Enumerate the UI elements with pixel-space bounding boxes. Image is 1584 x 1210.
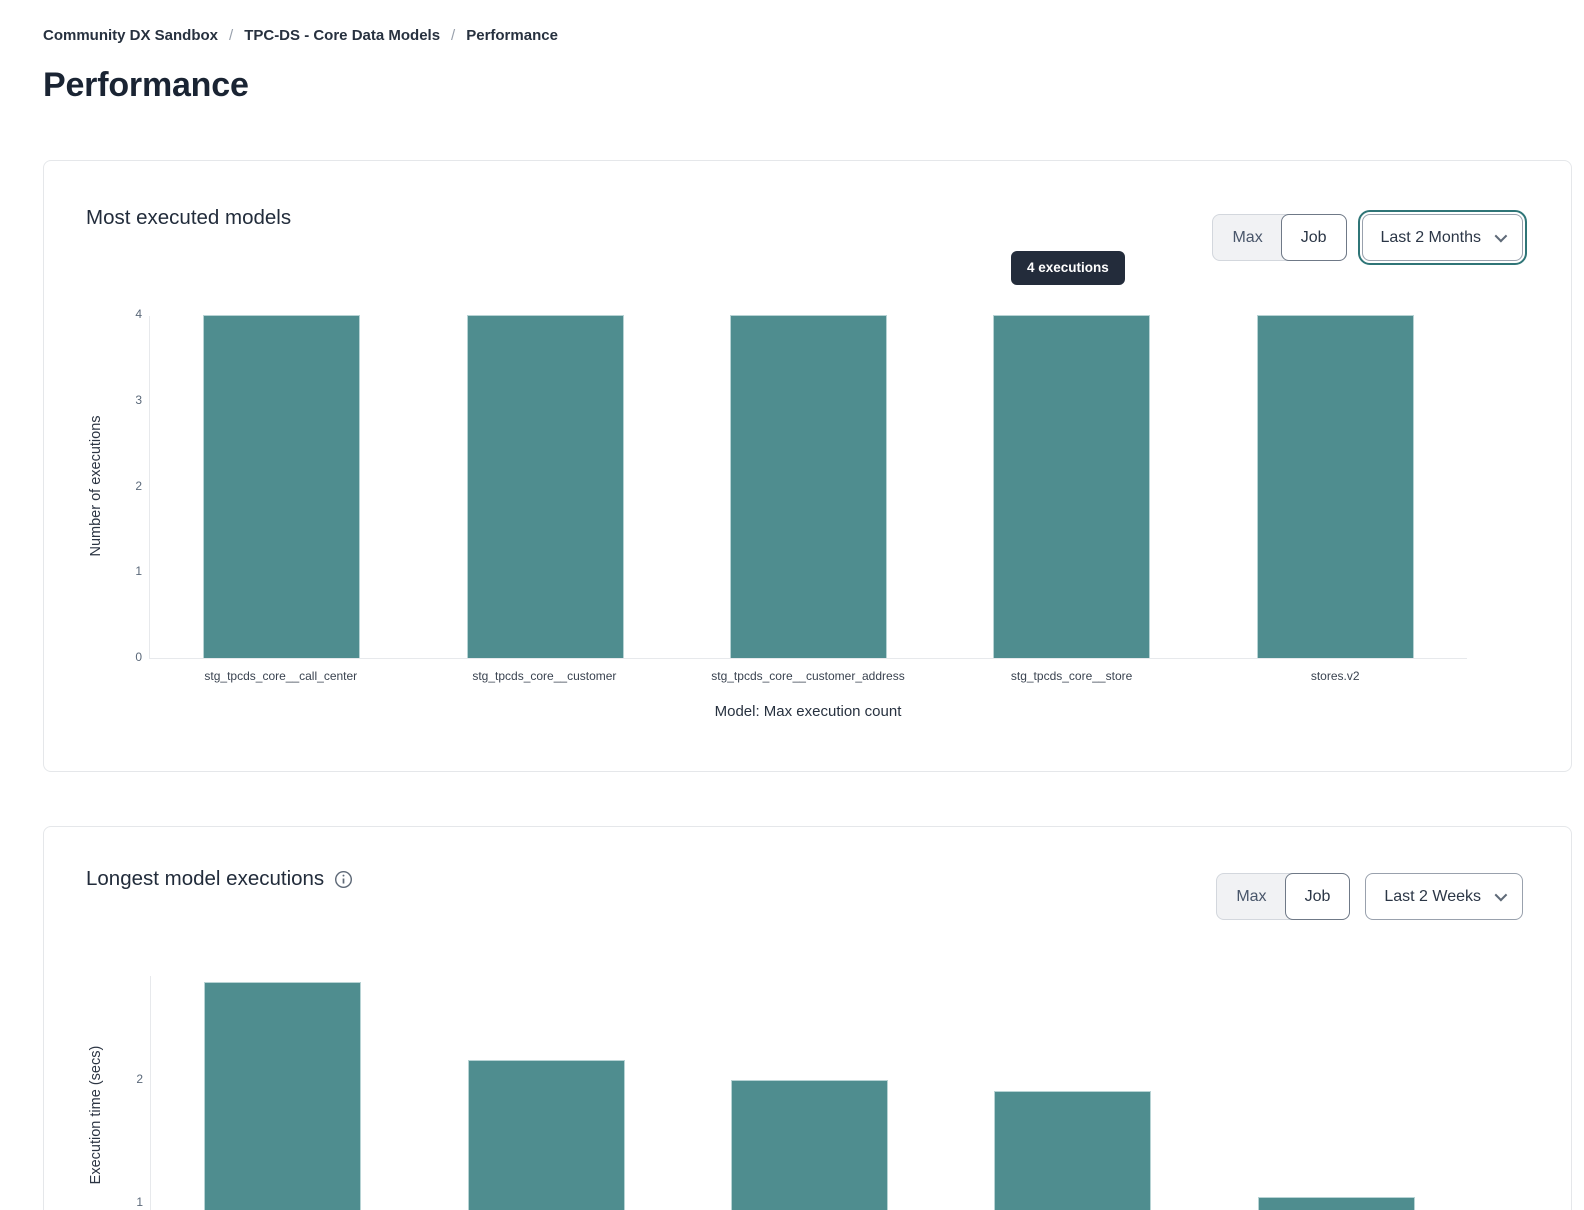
y-tick-label: 0 bbox=[108, 650, 142, 664]
bar[interactable] bbox=[203, 315, 360, 658]
date-range-select-wrap: Last 2 Months bbox=[1362, 214, 1524, 261]
bar-slot bbox=[941, 976, 1204, 1210]
date-range-value: Last 2 Weeks bbox=[1384, 888, 1481, 906]
chart-controls: Max Job Last 2 Weeks bbox=[1216, 873, 1523, 920]
max-job-toggle: Max Job bbox=[1216, 873, 1350, 920]
bar[interactable] bbox=[730, 315, 887, 658]
bar-slot bbox=[677, 316, 940, 658]
bar[interactable] bbox=[1257, 315, 1414, 658]
y-tick-label: 4 bbox=[108, 307, 142, 321]
y-axis-label: Execution time (secs) bbox=[88, 965, 104, 1210]
bar-chart-most-executed: 01234 bbox=[149, 316, 1467, 659]
x-axis-label: Model: Max execution count bbox=[149, 703, 1467, 720]
breadcrumb-separator: / bbox=[451, 27, 455, 44]
x-category-label: stores.v2 bbox=[1203, 669, 1467, 683]
toggle-option-max[interactable]: Max bbox=[1213, 215, 1281, 260]
bar[interactable] bbox=[993, 315, 1150, 658]
x-category-label: stg_tpcds_core__customer_address bbox=[676, 669, 940, 683]
max-job-toggle: Max Job bbox=[1212, 214, 1346, 261]
bar[interactable] bbox=[994, 1091, 1151, 1210]
info-icon[interactable] bbox=[334, 870, 353, 889]
chart-tooltip: 4 executions bbox=[1011, 251, 1125, 285]
bar[interactable] bbox=[468, 1060, 625, 1210]
toggle-option-job[interactable]: Job bbox=[1285, 873, 1351, 920]
bar[interactable] bbox=[1258, 1197, 1415, 1210]
bar-slot bbox=[414, 976, 677, 1210]
y-tick-label: 3 bbox=[108, 393, 142, 407]
breadcrumb: Community DX Sandbox / TPC-DS - Core Dat… bbox=[43, 27, 558, 44]
bars-area bbox=[150, 316, 1467, 658]
y-tick-label: 2 bbox=[109, 1072, 143, 1086]
x-category-label: stg_tpcds_core__customer bbox=[413, 669, 677, 683]
breadcrumb-item-environment[interactable]: TPC-DS - Core Data Models bbox=[244, 27, 440, 44]
bar[interactable] bbox=[467, 315, 624, 658]
bar-slot bbox=[413, 316, 676, 658]
y-axis-label: Number of executions bbox=[88, 336, 104, 636]
toggle-option-job[interactable]: Job bbox=[1281, 214, 1347, 261]
bar-slot bbox=[678, 976, 941, 1210]
y-tick-label: 2 bbox=[108, 479, 142, 493]
longest-model-executions-card: Longest model executions Max Job Last 2 … bbox=[43, 826, 1572, 1210]
date-range-select-wrap: Last 2 Weeks bbox=[1365, 873, 1523, 920]
breadcrumb-separator: / bbox=[229, 27, 233, 44]
bar-slot bbox=[151, 976, 414, 1210]
chevron-down-icon bbox=[1495, 230, 1508, 243]
breadcrumb-item-project[interactable]: Community DX Sandbox bbox=[43, 27, 218, 44]
performance-page: Community DX Sandbox / TPC-DS - Core Dat… bbox=[0, 0, 1584, 1210]
x-axis-category-labels: stg_tpcds_core__call_centerstg_tpcds_cor… bbox=[149, 669, 1467, 683]
bar-slot bbox=[150, 316, 413, 658]
toggle-option-max[interactable]: Max bbox=[1217, 874, 1285, 919]
card-title: Longest model executions bbox=[86, 867, 353, 891]
most-executed-models-card: Most executed models Max Job Last 2 Mont… bbox=[43, 160, 1572, 772]
chevron-down-icon bbox=[1495, 889, 1508, 902]
y-tick-label: 1 bbox=[108, 564, 142, 578]
y-tick-label: 1 bbox=[109, 1195, 143, 1209]
bar[interactable] bbox=[204, 982, 361, 1210]
card-title: Most executed models bbox=[86, 206, 291, 230]
bar-chart-longest-executions: 12 bbox=[150, 976, 1468, 1210]
bars-area bbox=[151, 976, 1468, 1210]
card-title-text: Most executed models bbox=[86, 206, 291, 230]
card-title-text: Longest model executions bbox=[86, 867, 324, 891]
bar-slot bbox=[940, 316, 1203, 658]
chart-controls: Max Job Last 2 Months bbox=[1212, 214, 1523, 261]
bar-slot bbox=[1205, 976, 1468, 1210]
x-category-label: stg_tpcds_core__store bbox=[940, 669, 1204, 683]
date-range-select[interactable]: Last 2 Weeks bbox=[1365, 873, 1523, 920]
date-range-value: Last 2 Months bbox=[1381, 229, 1482, 247]
breadcrumb-item-current: Performance bbox=[466, 27, 558, 44]
x-category-label: stg_tpcds_core__call_center bbox=[149, 669, 413, 683]
date-range-select[interactable]: Last 2 Months bbox=[1362, 214, 1524, 261]
bar[interactable] bbox=[731, 1080, 888, 1210]
page-title: Performance bbox=[43, 66, 249, 105]
bar-slot bbox=[1204, 316, 1467, 658]
